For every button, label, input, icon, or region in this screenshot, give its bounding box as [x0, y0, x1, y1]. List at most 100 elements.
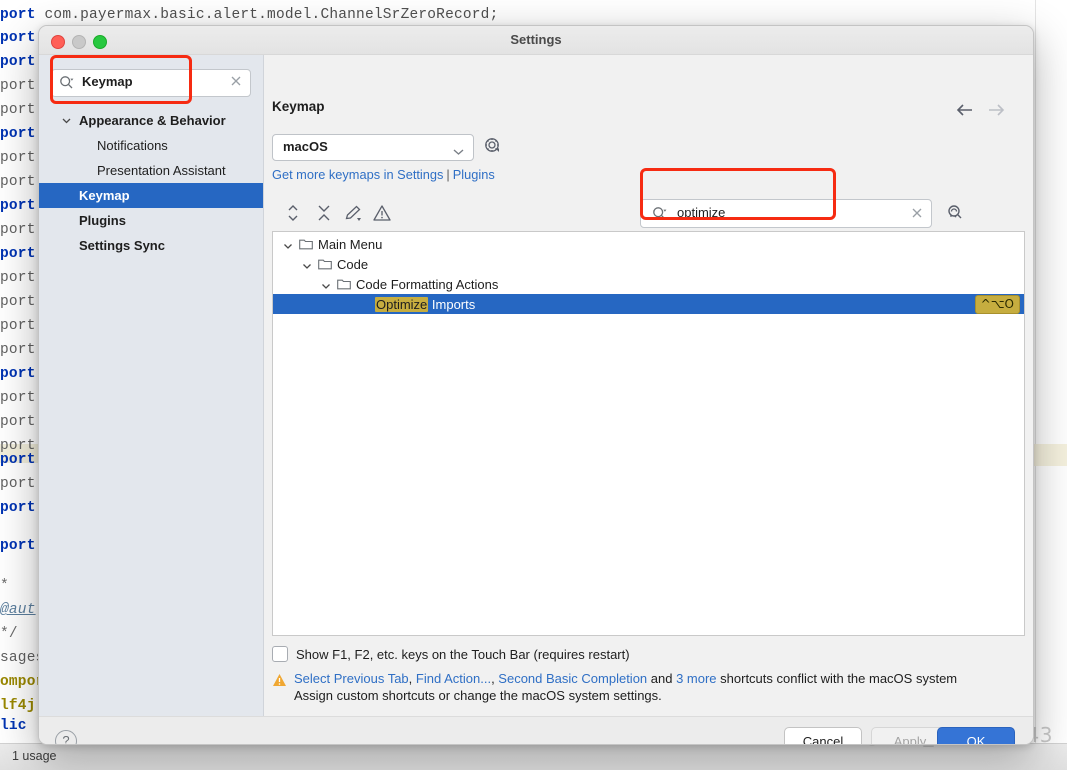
settings-search-value: Keymap [82, 74, 133, 89]
sidebar-item-notifications[interactable]: Notifications [39, 133, 263, 158]
chevron-down-icon[interactable] [321, 279, 331, 289]
dialog-title: Settings [510, 32, 562, 47]
search-icon [59, 75, 74, 90]
sidebar-item-label: Notifications [97, 138, 168, 153]
links-separator: | [446, 167, 450, 182]
editor-gutter-line: port [0, 30, 36, 46]
shortcut-badge: ^⌥O [974, 295, 1020, 314]
chevron-down-icon[interactable] [283, 239, 293, 249]
settings-sidebar: Keymap Appearance & Behavior Notification… [39, 55, 264, 716]
sidebar-item-appearance-behavior[interactable]: Appearance & Behavior [39, 108, 263, 133]
touch-bar-checkbox-label: Show F1, F2, etc. keys on the Touch Bar … [296, 646, 630, 662]
collapse-all-icon[interactable] [313, 202, 335, 224]
chevron-down-icon[interactable] [302, 259, 312, 269]
action-search-field[interactable]: optimize [640, 199, 932, 228]
sidebar-item-label: Settings Sync [79, 238, 165, 253]
plugins-link[interactable]: Plugins [453, 167, 495, 182]
back-arrow-icon[interactable] [955, 100, 977, 120]
find-by-shortcut-icon[interactable] [944, 202, 966, 224]
forward-arrow-icon[interactable] [985, 100, 1007, 120]
help-button[interactable]: ? [55, 730, 77, 744]
chevron-down-icon[interactable] [62, 116, 71, 125]
editor-top-line: port com.payermax.basic.alert.model.Chan… [0, 7, 498, 23]
tree-folder-row[interactable]: Code Formatting Actions [273, 274, 1024, 294]
tree-action-row[interactable]: Optimize Imports ^⌥O [273, 294, 1024, 314]
settings-category-list: Appearance & Behavior Notifications Presen… [39, 108, 263, 258]
tree-row-label: Optimize Imports [375, 296, 476, 312]
clear-action-search-icon[interactable] [910, 206, 924, 220]
tree-folder-row[interactable]: Code [273, 254, 1024, 274]
sidebar-item-plugins[interactable]: Plugins [39, 208, 263, 233]
expand-all-icon[interactable] [282, 202, 304, 224]
conflict-comma-1: , [408, 671, 416, 686]
conflict-and: and [647, 671, 677, 686]
gear-icon[interactable] [482, 135, 504, 157]
editor-gutter-line: port [0, 174, 36, 190]
touch-bar-checkbox-row[interactable]: Show F1, F2, etc. keys on the Touch Bar … [272, 646, 630, 662]
tree-row-label: Code [337, 256, 369, 272]
clear-search-icon[interactable] [229, 74, 243, 88]
editor-gutter-line: port [0, 414, 36, 430]
settings-dialog: Settings Keymap Appearance & Behavior No… [38, 25, 1034, 745]
sidebar-item-settings-sync[interactable]: Settings Sync [39, 233, 263, 258]
keymap-toolbar: optimize [272, 199, 1025, 229]
editor-gutter-line: port [0, 318, 36, 334]
keymap-select-value: macOS [283, 139, 328, 154]
editor-gutter-line: port [0, 452, 36, 468]
chevron-down-icon [453, 143, 464, 161]
cancel-button[interactable]: Cancel [784, 727, 862, 744]
sidebar-item-label: Plugins [79, 213, 126, 228]
editor-gutter-line: port [0, 476, 36, 492]
folder-icon [337, 278, 351, 290]
folder-icon [299, 238, 313, 250]
conflict-link-3-more[interactable]: 3 more [676, 671, 716, 686]
sidebar-item-keymap[interactable]: Keymap [39, 183, 263, 208]
editor-gutter-line: */ [0, 626, 18, 642]
editor-gutter-line: lic [0, 718, 27, 734]
editor-gutter-line: @aut [0, 602, 36, 618]
editor-gutter-line: port [0, 126, 36, 142]
editor-divider [1035, 0, 1036, 770]
editor-top-rest: com.payermax.basic.alert.model.ChannelSr… [35, 7, 499, 23]
tree-row-label-rest: Imports [428, 296, 476, 312]
conflict-tail: shortcuts conflict with the macOS system [716, 671, 958, 686]
editor-gutter-line: port [0, 270, 36, 286]
keymap-action-tree[interactable]: Main Menu Code Code Formatting Actions Opti… [272, 231, 1025, 636]
editor-gutter-line: port [0, 222, 36, 238]
editor-gutter-line: port [0, 150, 36, 166]
editor-gutter-line: port [0, 102, 36, 118]
editor-gutter-line: port [0, 500, 36, 516]
settings-search-field[interactable]: Keymap [51, 69, 251, 97]
conflict-link-find-action[interactable]: Find Action... [416, 671, 491, 686]
search-icon [652, 206, 667, 221]
sidebar-item-label: Presentation Assistant [97, 163, 226, 178]
conflict-link-select-previous-tab[interactable]: Select Previous Tab [294, 671, 409, 686]
tree-folder-row[interactable]: Main Menu [273, 234, 1024, 254]
sidebar-item-label: Appearance & Behavior [79, 113, 226, 128]
conflict-line-1: Select Previous Tab, Find Action..., Sec… [294, 671, 957, 686]
usage-count-label: 1 usage [12, 749, 57, 763]
editor-gutter-line: port [0, 538, 36, 554]
sidebar-item-presentation-assistant[interactable]: Presentation Assistant [39, 158, 263, 183]
editor-gutter-line: port [0, 54, 36, 70]
edit-shortcut-pencil-icon[interactable] [342, 202, 364, 224]
keymap-pane: Keymap macOS Get more keymaps in Setting… [264, 55, 1033, 716]
conflicts-warning-icon[interactable] [371, 202, 393, 224]
editor-gutter-line: port [0, 342, 36, 358]
touch-bar-checkbox[interactable] [272, 646, 288, 662]
editor-gutter-line: port [0, 366, 36, 382]
get-more-keymaps-link[interactable]: Get more keymaps in Settings [272, 167, 443, 182]
dialog-title-bar: Settings [39, 26, 1033, 55]
ok-button[interactable]: OK [937, 727, 1015, 744]
editor-gutter-line: port [0, 246, 36, 262]
conflict-line-2: Assign custom shortcuts or change the ma… [294, 688, 662, 703]
search-match-highlight: Optimize [375, 296, 429, 312]
editor-gutter-line: port [0, 198, 36, 214]
editor-gutter-line: port [0, 390, 36, 406]
editor-gutter-line: lf4j [0, 698, 36, 714]
page-title: Keymap [272, 99, 325, 114]
conflict-link-second-basic-completion[interactable]: Second Basic Completion [498, 671, 647, 686]
sidebar-item-label: Keymap [79, 188, 130, 203]
warning-triangle-icon [272, 673, 287, 687]
keymap-select[interactable]: macOS [272, 134, 474, 161]
